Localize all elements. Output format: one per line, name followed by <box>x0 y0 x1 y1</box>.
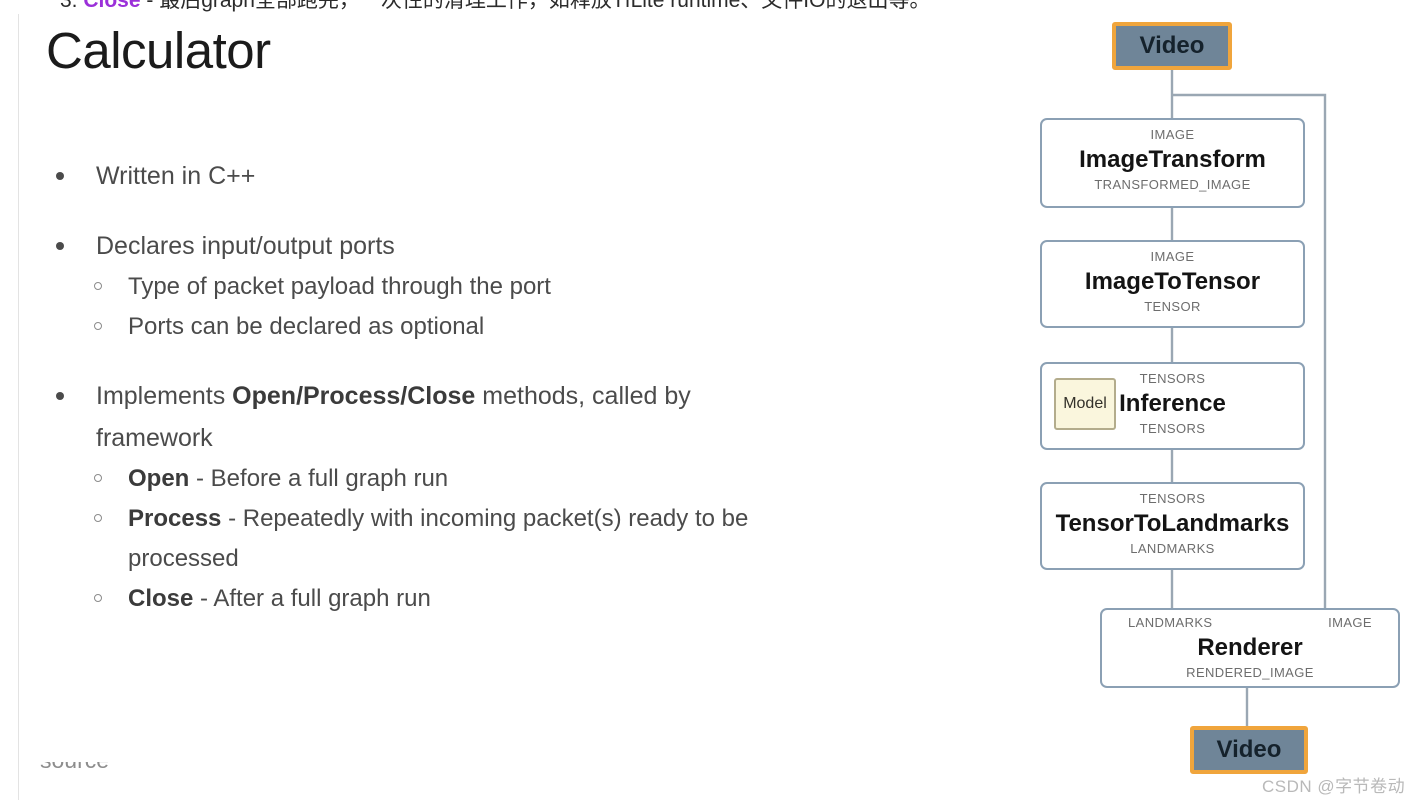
io-node-label: Video <box>1216 736 1282 763</box>
slide-screenshot: 3. Close - 最后graph全部跑完，一次性的清理工作，如释放TfLit… <box>0 0 1412 800</box>
bullet-emphasis: Open/Process/Close <box>232 382 476 410</box>
cropped-header-rest: - 最后graph全部跑完，一次性的清理工作，如释放TfLite runtime… <box>140 0 931 12</box>
io-node-video-out[interactable]: Video <box>1190 726 1308 774</box>
slide-left-rule <box>18 14 19 800</box>
watermark: CSDN @字节卷动 <box>1262 777 1406 796</box>
output-port-label: RENDERED_IMAGE <box>1186 665 1314 680</box>
calculator-node-tensor-to-landmarks[interactable]: TENSORS TensorToLandmarks LANDMARKS <box>1040 482 1305 570</box>
output-port-label: TENSOR <box>1144 299 1201 314</box>
bullet-ring-icon <box>94 282 102 290</box>
bullet-label: Type of packet payload through the port <box>128 273 551 300</box>
input-port-label: IMAGE <box>1150 127 1195 142</box>
calculator-name: ImageTransform <box>1079 146 1266 173</box>
bullet-process-method: Process - Repeatedly with incoming packe… <box>46 499 806 579</box>
calculator-node-image-transform[interactable]: IMAGE ImageTransform TRANSFORMED_IMAGE <box>1040 118 1305 208</box>
output-port-label: TRANSFORMED_IMAGE <box>1094 177 1251 192</box>
bullet-dot-icon <box>56 392 64 400</box>
cropped-footer-text: source <box>40 762 109 774</box>
bullet-dot-icon <box>56 242 64 250</box>
calculator-node-inference[interactable]: Model TENSORS Inference TENSORS <box>1040 362 1305 450</box>
bullet-declares-ports: Declares input/output ports <box>46 225 806 267</box>
output-port-label: LANDMARKS <box>1130 541 1215 556</box>
bullet-open-method: Open - Before a full graph run <box>46 459 806 499</box>
bullet-ring-icon <box>94 322 102 330</box>
bullet-label: Ports can be declared as optional <box>128 313 485 340</box>
input-port-label-image: IMAGE <box>1328 615 1372 630</box>
input-port-label: TENSORS <box>1139 491 1206 506</box>
input-port-label-landmarks: LANDMARKS <box>1128 615 1213 630</box>
page-title: Calculator <box>46 22 271 79</box>
bullet-emphasis: Process <box>128 505 222 532</box>
bullet-emphasis: Close <box>128 585 194 612</box>
bullet-tail: - After a full graph run <box>193 585 431 612</box>
bullet-label: Written in C++ <box>96 162 256 190</box>
bullet-tail: - Before a full graph run <box>189 465 449 492</box>
bullet-packet-payload-type: Type of packet payload through the port <box>46 267 806 307</box>
bullet-tail: - Repeatedly with incoming packet(s) rea… <box>128 505 749 572</box>
calculator-node-image-to-tensor[interactable]: IMAGE ImageToTensor TENSOR <box>1040 240 1305 328</box>
bullet-label: Declares input/output ports <box>96 232 395 260</box>
calculator-name: Renderer <box>1197 634 1303 661</box>
bullet-ports-optional: Ports can be declared as optional <box>46 307 806 347</box>
bullet-written-in-cpp: Written in C++ <box>46 155 806 197</box>
calculator-node-renderer[interactable]: LANDMARKS IMAGE Renderer RENDERED_IMAGE <box>1100 608 1400 688</box>
cropped-header-text: 3. Close - 最后graph全部跑完，一次性的清理工作，如释放TfLit… <box>60 0 930 14</box>
mediapipe-graph-diagram: Video IMAGE ImageTransform TRANSFORMED_I… <box>1020 0 1412 800</box>
calculator-name: TensorToLandmarks <box>1055 510 1290 537</box>
bullet-list: Written in C++ Declares input/output por… <box>46 155 806 619</box>
bullet-lead: Implements <box>96 382 233 410</box>
io-node-label: Video <box>1139 32 1205 59</box>
bullet-dot-icon <box>56 172 64 180</box>
side-input-model-chip[interactable]: Model <box>1054 378 1116 430</box>
input-port-label: IMAGE <box>1150 249 1195 264</box>
cropped-footer-strip: source <box>40 762 220 784</box>
renderer-input-ports: LANDMARKS IMAGE <box>1102 614 1398 632</box>
bullet-ring-icon <box>94 474 102 482</box>
bullet-implements-methods: Implements Open/Process/Close methods, c… <box>46 375 806 459</box>
cropped-header-keyword: Close <box>83 0 141 12</box>
calculator-name: ImageToTensor <box>1084 268 1261 295</box>
bullet-ring-icon <box>94 594 102 602</box>
bullet-emphasis: Open <box>128 465 190 492</box>
bullet-ring-icon <box>94 514 102 522</box>
cropped-header-prefix: 3. <box>60 0 84 12</box>
bullet-close-method: Close - After a full graph run <box>46 579 806 619</box>
io-node-video-in[interactable]: Video <box>1112 22 1232 70</box>
